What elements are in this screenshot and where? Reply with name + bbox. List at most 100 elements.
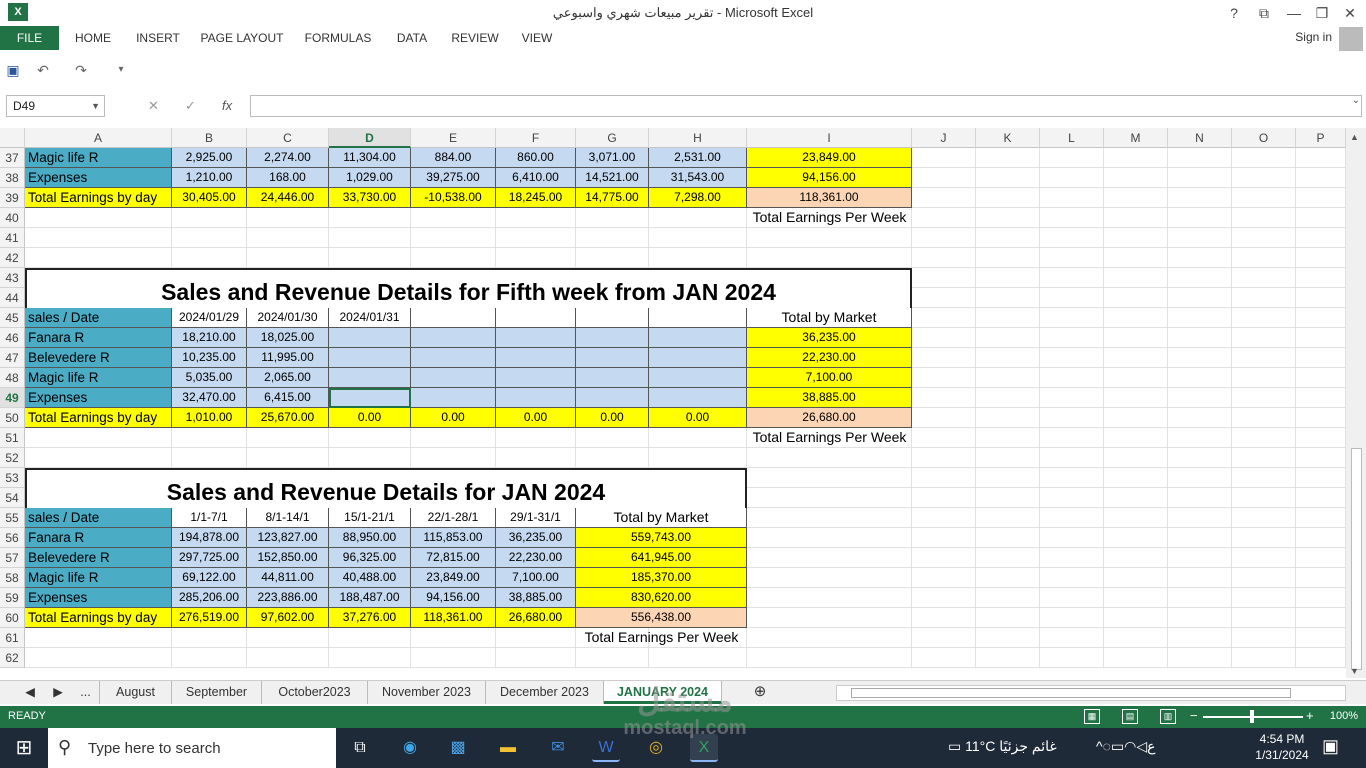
grid-cell[interactable] bbox=[976, 348, 1040, 368]
grid-cell[interactable] bbox=[649, 448, 747, 468]
grid-cell[interactable] bbox=[976, 548, 1040, 568]
period-header[interactable]: 15/1-21/1 bbox=[329, 508, 411, 528]
row-label[interactable]: Magic life R bbox=[25, 368, 172, 388]
header-label[interactable]: sales / Date bbox=[25, 308, 172, 328]
grid-cell[interactable] bbox=[25, 448, 172, 468]
value-cell[interactable]: 32,470.00 bbox=[172, 388, 247, 408]
grid-cell[interactable] bbox=[1296, 228, 1346, 248]
grid-cell[interactable] bbox=[1232, 488, 1296, 508]
row-header-45[interactable]: 45 bbox=[0, 308, 25, 328]
value-cell[interactable]: 72,815.00 bbox=[411, 548, 496, 568]
grid-cell[interactable] bbox=[976, 208, 1040, 228]
tab-view[interactable]: VIEW bbox=[516, 26, 558, 50]
grid-cell[interactable] bbox=[976, 568, 1040, 588]
grid-cell[interactable] bbox=[1104, 388, 1168, 408]
grid-cell[interactable] bbox=[1232, 328, 1296, 348]
taskbar-search-input[interactable]: ⚲ Type here to search bbox=[48, 728, 336, 768]
grid-cell[interactable] bbox=[912, 348, 976, 368]
row-label[interactable]: Total Earnings by day bbox=[25, 408, 172, 428]
grid-cell[interactable] bbox=[25, 248, 172, 268]
grid-cell[interactable] bbox=[1168, 148, 1232, 168]
redo-icon[interactable]: ↷ bbox=[72, 61, 90, 79]
restore-icon[interactable]: ❐ bbox=[1308, 2, 1336, 24]
battery-icon[interactable]: ▭ bbox=[1111, 738, 1124, 754]
tab-page-layout[interactable]: PAGE LAYOUT bbox=[198, 26, 286, 50]
grid-cell[interactable] bbox=[747, 648, 912, 668]
tab-formulas[interactable]: FORMULAS bbox=[300, 26, 376, 50]
grid-cell[interactable] bbox=[576, 648, 649, 668]
grid-cell[interactable] bbox=[1040, 508, 1104, 528]
grid-cell[interactable] bbox=[411, 648, 496, 668]
grid-cell[interactable] bbox=[1168, 388, 1232, 408]
grid-cell[interactable] bbox=[496, 448, 576, 468]
total-cell[interactable]: 118,361.00 bbox=[747, 188, 912, 208]
grid-cell[interactable] bbox=[496, 248, 576, 268]
total-cell[interactable]: 22,230.00 bbox=[747, 348, 912, 368]
grid-cell[interactable] bbox=[976, 268, 1040, 288]
undo-icon[interactable]: ↶ bbox=[34, 61, 52, 79]
grid-cell[interactable] bbox=[1040, 648, 1104, 668]
row-header-56[interactable]: 56 bbox=[0, 528, 25, 548]
grid-cell[interactable] bbox=[912, 648, 976, 668]
grid-cell[interactable] bbox=[247, 248, 329, 268]
value-cell[interactable]: 115,853.00 bbox=[411, 528, 496, 548]
value-cell[interactable] bbox=[649, 388, 747, 408]
value-cell[interactable]: 0.00 bbox=[411, 408, 496, 428]
row-header-43[interactable]: 43 bbox=[0, 268, 25, 288]
grid-cell[interactable] bbox=[1040, 348, 1104, 368]
grid-cell[interactable] bbox=[1168, 348, 1232, 368]
grid-cell[interactable] bbox=[1040, 148, 1104, 168]
grid-cell[interactable] bbox=[1232, 648, 1296, 668]
sheet-tab-december[interactable]: December 2023 bbox=[486, 681, 604, 704]
sign-in-link[interactable]: Sign in bbox=[1295, 30, 1332, 44]
row-label[interactable]: Expenses bbox=[25, 588, 172, 608]
value-cell[interactable]: 223,886.00 bbox=[247, 588, 329, 608]
value-cell[interactable] bbox=[496, 348, 576, 368]
grid-cell[interactable] bbox=[1104, 328, 1168, 348]
grid-cell[interactable] bbox=[247, 428, 329, 448]
grid-cell[interactable] bbox=[976, 588, 1040, 608]
value-cell[interactable] bbox=[649, 328, 747, 348]
column-header-h[interactable]: H bbox=[649, 128, 747, 148]
grid-cell[interactable] bbox=[247, 228, 329, 248]
tab-review[interactable]: REVIEW bbox=[448, 26, 502, 50]
sheet-tab-august[interactable]: August bbox=[100, 681, 172, 704]
row-header-41[interactable]: 41 bbox=[0, 228, 25, 248]
grid-cell[interactable] bbox=[976, 428, 1040, 448]
value-cell[interactable]: -10,538.00 bbox=[411, 188, 496, 208]
grid-cell[interactable] bbox=[976, 388, 1040, 408]
customize-toolbar-icon[interactable]: ▾ bbox=[112, 61, 130, 79]
grid-cell[interactable] bbox=[496, 208, 576, 228]
grid-cell[interactable] bbox=[329, 248, 411, 268]
grid-cell[interactable] bbox=[747, 488, 912, 508]
value-cell[interactable]: 188,487.00 bbox=[329, 588, 411, 608]
value-cell[interactable]: 39,275.00 bbox=[411, 168, 496, 188]
grid-cell[interactable] bbox=[1104, 268, 1168, 288]
row-label[interactable]: Expenses bbox=[25, 168, 172, 188]
zoom-out-icon[interactable]: − bbox=[1190, 708, 1198, 723]
value-cell[interactable]: 168.00 bbox=[247, 168, 329, 188]
grid-cell[interactable] bbox=[25, 228, 172, 248]
grid-cell[interactable] bbox=[1104, 308, 1168, 328]
grid-cell[interactable] bbox=[976, 168, 1040, 188]
grid-cell[interactable] bbox=[976, 368, 1040, 388]
file-explorer-icon[interactable]: ▬ bbox=[494, 734, 522, 762]
row-header-57[interactable]: 57 bbox=[0, 548, 25, 568]
grid-cell[interactable] bbox=[912, 488, 976, 508]
grid-cell[interactable] bbox=[1232, 168, 1296, 188]
tab-home[interactable]: HOME bbox=[68, 26, 118, 50]
grid-cell[interactable] bbox=[1168, 308, 1232, 328]
grid-cell[interactable] bbox=[1296, 588, 1346, 608]
value-cell[interactable]: 860.00 bbox=[496, 148, 576, 168]
value-cell[interactable]: 14,775.00 bbox=[576, 188, 649, 208]
value-cell[interactable]: 14,521.00 bbox=[576, 168, 649, 188]
grid-cell[interactable] bbox=[411, 448, 496, 468]
date-header[interactable]: 2024/01/30 bbox=[247, 308, 329, 328]
task-view-icon[interactable]: ⧉ bbox=[346, 734, 374, 762]
sheet-more[interactable]: ... bbox=[72, 681, 100, 704]
grid-cell[interactable] bbox=[976, 448, 1040, 468]
value-cell[interactable]: 0.00 bbox=[649, 408, 747, 428]
value-cell[interactable]: 96,325.00 bbox=[329, 548, 411, 568]
value-cell[interactable]: 44,811.00 bbox=[247, 568, 329, 588]
grid-cell[interactable] bbox=[1040, 568, 1104, 588]
